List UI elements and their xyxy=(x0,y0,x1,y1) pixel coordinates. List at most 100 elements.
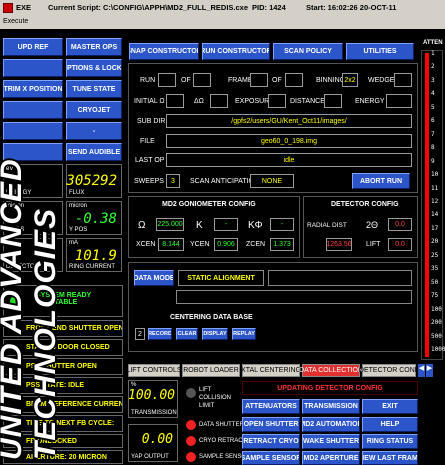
send-audible-button[interactable]: SEND AUDIBLE xyxy=(66,143,122,161)
atten-tick-label: 500 xyxy=(431,332,442,340)
atten-tick-label: 25 xyxy=(431,251,439,259)
clear-button[interactable]: CLEAR xyxy=(176,328,198,340)
utilities-button[interactable]: UTILITIES xyxy=(346,43,414,60)
radial-dist-field: 1263.56 xyxy=(326,238,352,251)
abort-run-button[interactable]: ABORT RUN xyxy=(352,173,410,189)
atten-tick-label: 9 xyxy=(431,157,435,165)
flux-readout: 305292 FLUX xyxy=(66,164,122,198)
master-ops-button[interactable]: MASTER OPS xyxy=(66,38,122,56)
tab-scroll-right-icon[interactable]: ▶ xyxy=(426,364,433,377)
app-icon xyxy=(3,3,13,13)
atten-slider[interactable]: 1 2 3 4 5 6 7 8 9 10 11 12 14 17 20 25 35 50 75 100 200 500 10… xyxy=(421,50,445,360)
left-button-7[interactable] xyxy=(3,101,63,119)
x-pos-readout: micron X POS xyxy=(3,201,63,235)
energy-field[interactable] xyxy=(386,94,412,108)
tune-state-button[interactable]: TUNE STATE xyxy=(66,80,122,98)
trim-x-position-button[interactable]: TRIM X POSITION xyxy=(3,80,63,98)
wedge-label: WEDGE xyxy=(368,77,395,84)
scan-policy-button[interactable]: SCAN POLICY xyxy=(273,43,343,60)
atten-tick-label: 20 xyxy=(431,238,439,246)
replay-button[interactable]: REPLAY xyxy=(232,328,256,340)
file-label: FILE xyxy=(140,138,155,145)
frame-of-field[interactable] xyxy=(285,73,303,87)
zcen-field: 1.373 xyxy=(270,238,294,251)
transmission-button[interactable]: TRANSMISSION xyxy=(302,399,360,414)
fb-cycle-status: TIME TO NEXT FB CYCLE: xyxy=(3,415,123,432)
sample-sensor-led xyxy=(186,452,196,462)
data-shutter-label: DATA SHUTTER xyxy=(199,422,244,428)
sample-sensor-button[interactable]: SAMPLE SENSOR xyxy=(242,451,300,465)
kphi-label: KΦ xyxy=(248,220,263,231)
tab-lift-controls[interactable]: LIFT CONTROLS xyxy=(126,364,182,377)
y-pos-readout: micron -0.38 Y POS xyxy=(66,201,122,235)
scan-anticipation-field[interactable]: NONE xyxy=(250,174,294,188)
attenuators-button[interactable]: ATTENUATORS xyxy=(242,399,300,414)
data-mode-extra-field xyxy=(176,290,412,304)
cryo-retract-led xyxy=(186,436,196,446)
open-shutter-button[interactable]: OPEN SHUTTER xyxy=(242,417,300,432)
tab-data-collection[interactable]: DATA COLLECTION xyxy=(299,364,363,377)
run-field[interactable] xyxy=(158,73,176,87)
xcen-label: XCEN xyxy=(136,241,156,248)
menu-execute[interactable]: Execute xyxy=(3,18,28,25)
tab-robot-loader[interactable]: ROBOT LOADER xyxy=(182,364,240,377)
ring-status-button[interactable]: RING STATUS xyxy=(362,434,418,449)
cryo-retract-label: CRYO RETRACT xyxy=(199,438,247,444)
lift-field: 0.0 xyxy=(388,238,412,251)
snap-constructor-button[interactable]: SNAP CONSTRUCTOR xyxy=(129,43,199,60)
binning-label: BINNING xyxy=(316,77,346,84)
left-button-3[interactable] xyxy=(3,59,63,77)
title-bar: EXE Current Script: C:\CONFIG\APPH\MD2_F… xyxy=(0,0,445,17)
display-button[interactable]: DISPLAY xyxy=(202,328,228,340)
xcen-field: 8.144 xyxy=(158,238,184,251)
update-ref-button[interactable]: UPD REF xyxy=(3,38,63,56)
atten-tick-label: 100 xyxy=(431,305,442,313)
subdir-field[interactable]: /gpfs2/users/GU/Kent_Oct11/images/ xyxy=(166,114,412,128)
help-button[interactable]: HELP xyxy=(362,417,418,432)
initial-omega-field[interactable] xyxy=(166,94,184,108)
tab-detector-conf[interactable]: DETECTOR CONF xyxy=(359,364,419,377)
run-of-field[interactable] xyxy=(193,73,211,87)
left-button-11[interactable] xyxy=(3,143,63,161)
view-last-frame-button[interactable]: VIEW LAST FRAME xyxy=(362,451,418,465)
data-mode-value[interactable]: STATIC ALIGNMENT xyxy=(178,270,264,286)
run-constructor-button[interactable]: RUN CONSTRUCTOR xyxy=(202,43,270,60)
wake-shutter-button[interactable]: WAKE SHUTTER xyxy=(302,434,360,449)
file-field[interactable]: geo60_0_198.img xyxy=(166,134,412,148)
centering-db-title: CENTERING DATA BASE xyxy=(170,314,253,321)
distance-label: DISTANCE xyxy=(290,98,325,105)
atten-tick-label: 17 xyxy=(431,224,439,232)
dash-button[interactable]: - xyxy=(66,122,122,140)
delta-omega-field[interactable] xyxy=(210,94,228,108)
record-button[interactable]: RECORD xyxy=(148,328,172,340)
run-label: RUN xyxy=(140,77,156,84)
atten-tick-label: 50 xyxy=(431,278,439,286)
retract-cryo-button[interactable]: RETRACT CRYO xyxy=(242,434,300,449)
options-locks-button[interactable]: OPTIONS & LOCKS xyxy=(66,59,122,77)
wedge-field[interactable] xyxy=(394,73,412,87)
distance-field[interactable] xyxy=(324,94,342,108)
frame-field[interactable] xyxy=(250,73,268,87)
pid-label: PID: 1424 xyxy=(252,3,286,12)
binning-field[interactable]: 2x2 xyxy=(342,73,358,87)
menu-bar: Execute xyxy=(0,17,445,29)
exposure-field[interactable] xyxy=(268,94,286,108)
tab-scroll-left-icon[interactable]: ◀ xyxy=(418,364,425,377)
exit-button[interactable]: EXIT xyxy=(362,399,418,414)
left-button-9[interactable] xyxy=(3,122,63,140)
subdir-label: SUB DIR xyxy=(137,118,166,125)
energy-label: ENERGY xyxy=(355,98,385,105)
pss-shutter-status: PSS SHUTTER OPEN xyxy=(3,358,123,375)
tab-xtal-centering[interactable]: XTAL CENTERING xyxy=(241,364,301,377)
md2-aperture-button[interactable]: MD2 APERTURE xyxy=(302,451,360,465)
data-mode-button[interactable]: DATA MODE xyxy=(134,270,174,286)
atten-tick-label: 12 xyxy=(431,198,439,205)
pss-state-status: PSS STATE: IDLE xyxy=(3,377,123,394)
sweeps-field[interactable]: 3 xyxy=(166,174,180,188)
system-ready-led xyxy=(10,296,20,306)
atten-tick-label: 5 xyxy=(431,103,435,111)
atten-tick-label: 7 xyxy=(431,130,435,138)
cryojet-button[interactable]: CRYOJET xyxy=(66,101,122,119)
md2-automation-button[interactable]: MD2 AUTOMATION xyxy=(302,417,360,432)
kphi-field: - xyxy=(270,218,294,231)
